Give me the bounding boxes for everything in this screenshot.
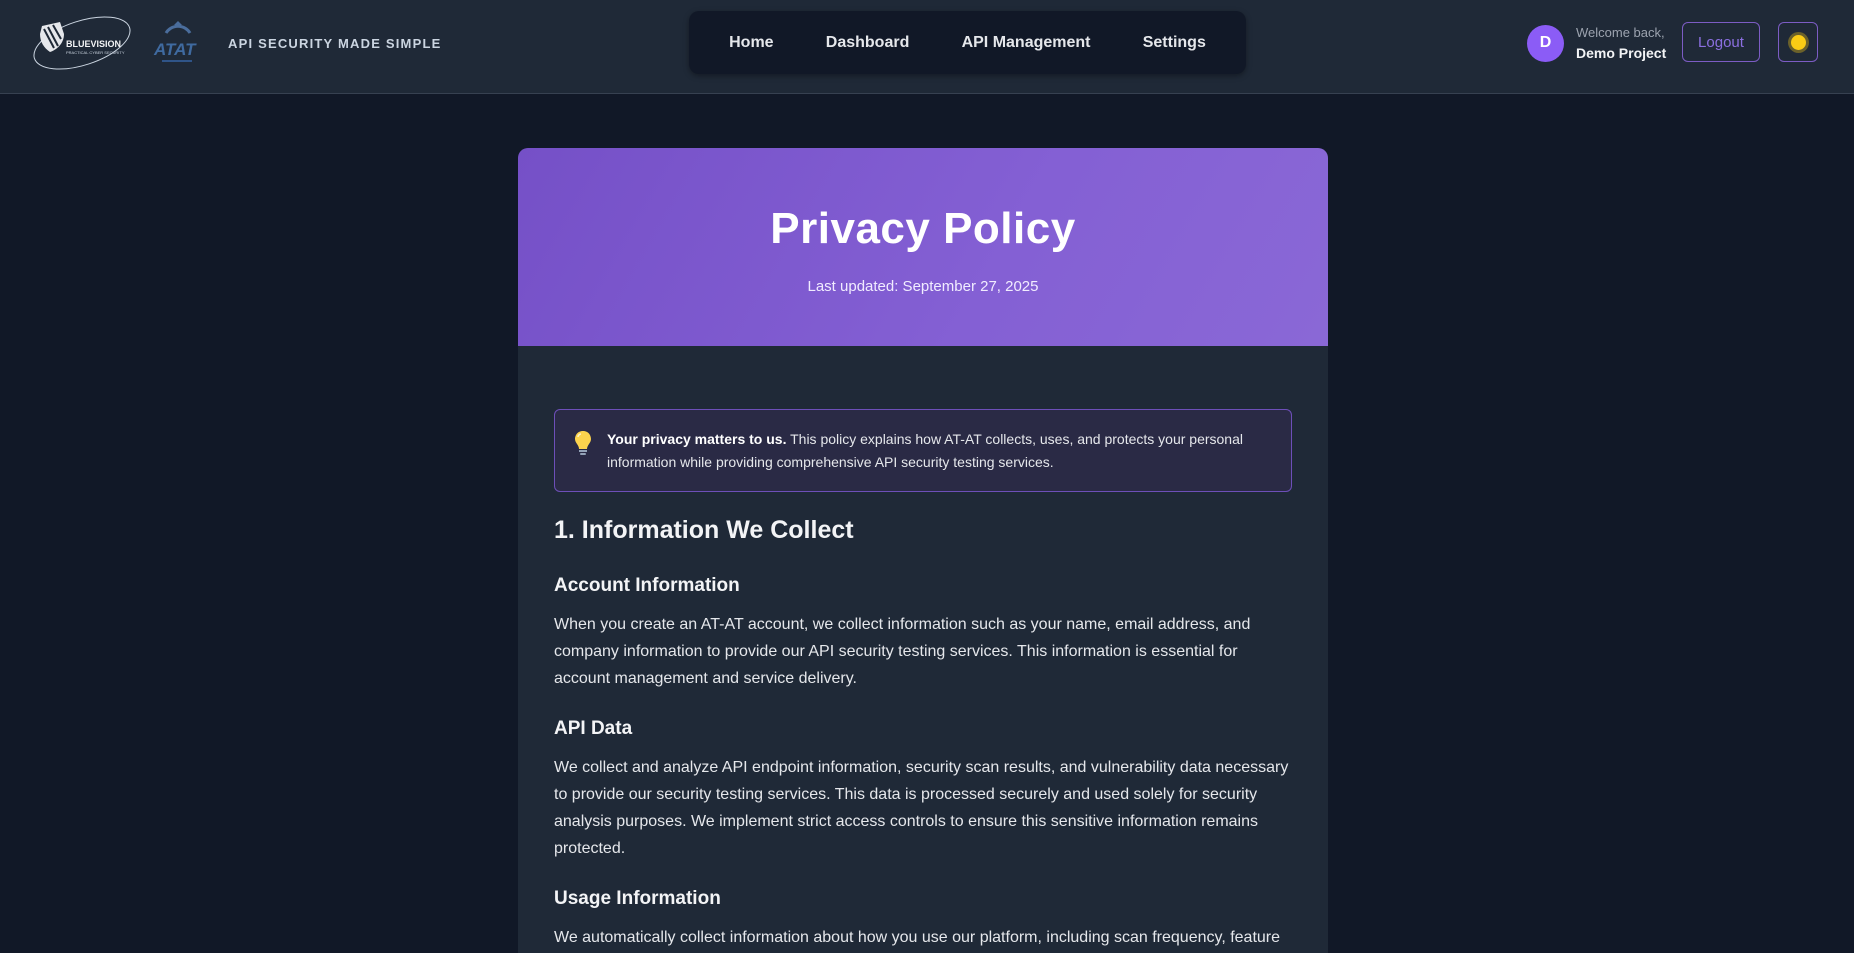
- brand[interactable]: BLUEVISION PRACTICAL CYBER SECURITY ATAT…: [30, 12, 441, 74]
- section-heading: 1. Information We Collect: [554, 516, 854, 544]
- nav-settings[interactable]: Settings: [1129, 26, 1220, 60]
- svg-text:BLUEVISION: BLUEVISION: [66, 39, 121, 49]
- welcome-text: Welcome back,: [1576, 25, 1665, 40]
- notice-bold: Your privacy matters to us.: [607, 431, 787, 447]
- subsection-text: We collect and analyze API endpoint info…: [554, 759, 1289, 857]
- bluevision-logo: BLUEVISION PRACTICAL CYBER SECURITY: [30, 12, 134, 74]
- subsection-text: When you create an AT-AT account, we col…: [554, 616, 1251, 687]
- nav-dashboard[interactable]: Dashboard: [812, 26, 924, 60]
- privacy-policy-card: Privacy Policy Last updated: September 2…: [518, 148, 1328, 953]
- page-title: Privacy Policy: [770, 204, 1076, 253]
- subsection-text: We automatically collect information abo…: [554, 929, 1281, 946]
- privacy-notice: Your privacy matters to us. This policy …: [554, 409, 1292, 492]
- project-name: Demo Project: [1576, 45, 1667, 61]
- welcome-block: Welcome back, Demo Project: [1576, 23, 1666, 63]
- policy-content: Your privacy matters to us. This policy …: [518, 346, 1328, 951]
- avatar[interactable]: D: [1527, 24, 1564, 62]
- notice-text: Your privacy matters to us. This policy …: [607, 428, 1271, 474]
- nav-home[interactable]: Home: [715, 26, 787, 60]
- policy-hero: Privacy Policy Last updated: September 2…: [518, 148, 1328, 346]
- tagline: API SECURITY MADE SIMPLE: [228, 35, 442, 51]
- last-updated: Last updated: September 27, 2025: [807, 278, 1039, 295]
- nav-api-management[interactable]: API Management: [948, 26, 1105, 60]
- subsection-heading: API Data: [554, 718, 633, 739]
- lightbulb-icon: [573, 429, 593, 457]
- top-navigation-bar: BLUEVISION PRACTICAL CYBER SECURITY ATAT…: [0, 0, 1854, 94]
- subsection-heading: Usage Information: [554, 888, 721, 909]
- theme-toggle-button[interactable]: [1778, 22, 1818, 62]
- main-nav: Home Dashboard API Management Settings: [689, 11, 1246, 74]
- subsection-heading: Account Information: [554, 575, 740, 596]
- user-info[interactable]: D Welcome back, Demo Project: [1527, 23, 1666, 63]
- sun-icon: [1790, 34, 1806, 50]
- logout-button[interactable]: Logout: [1682, 22, 1760, 62]
- atat-logo: ATAT: [152, 19, 204, 67]
- svg-text:PRACTICAL CYBER SECURITY: PRACTICAL CYBER SECURITY: [66, 50, 125, 55]
- svg-text:ATAT: ATAT: [153, 40, 197, 59]
